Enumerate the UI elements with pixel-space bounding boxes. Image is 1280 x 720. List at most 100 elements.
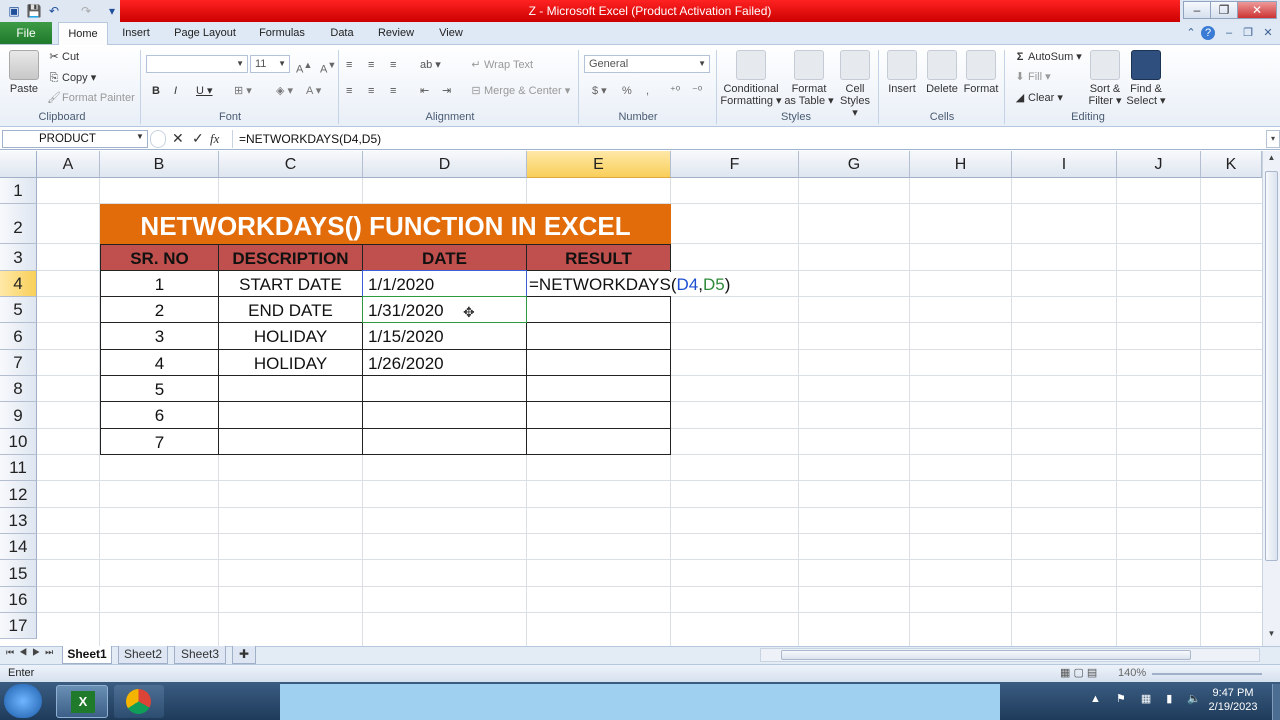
vertical-scrollbar[interactable]: ▲ ▼ <box>1262 151 1280 646</box>
fill-color-icon[interactable]: ◈ ▾ <box>276 82 293 100</box>
column-header-j[interactable]: J <box>1117 151 1201 178</box>
align-top-icon[interactable]: ≡ <box>346 56 352 74</box>
header-sr-no[interactable]: SR. NO <box>100 244 219 271</box>
cell-styles-button[interactable]: Cell Styles ▾ <box>836 50 874 119</box>
row-header-8[interactable]: 8 <box>0 376 37 402</box>
date-cell[interactable] <box>362 401 527 429</box>
sheet-nav-arrows-icon[interactable]: ⏮◀▶⏭ <box>6 647 58 658</box>
row-header-14[interactable]: 14 <box>0 534 37 560</box>
number-format-combo[interactable]: General ▼ <box>584 55 710 73</box>
zoom-slider[interactable] <box>1152 673 1262 675</box>
minimize-button[interactable]: – <box>1183 1 1211 19</box>
column-header-k[interactable]: K <box>1201 151 1262 178</box>
sr-no-cell[interactable]: 3 <box>100 322 219 350</box>
zoom-level[interactable]: 140% <box>1118 665 1146 682</box>
align-center-icon[interactable]: ≡ <box>368 82 374 100</box>
check-icon[interactable]: ✓ <box>192 130 204 147</box>
result-cell[interactable] <box>526 401 671 429</box>
sr-no-cell[interactable]: 7 <box>100 428 219 455</box>
tab-view[interactable]: View <box>430 22 472 45</box>
tab-review[interactable]: Review <box>372 22 420 45</box>
insert-cells-button[interactable]: Insert <box>882 50 922 95</box>
formula-input[interactable]: =NETWORKDAYS(D4,D5) <box>232 130 1262 148</box>
tab-file[interactable]: File <box>0 22 52 44</box>
show-desktop-button[interactable] <box>1272 684 1280 720</box>
taskbar-excel-button[interactable]: X <box>56 685 108 718</box>
decrease-indent-icon[interactable]: ⇤ <box>420 82 429 100</box>
tab-formulas[interactable]: Formulas <box>252 22 312 45</box>
sort-filter-button[interactable]: Sort & Filter ▾ <box>1086 50 1124 107</box>
row-header-9[interactable]: 9 <box>0 402 37 429</box>
minimize-ribbon-icon[interactable]: ⌃ <box>1184 26 1198 40</box>
paste-button[interactable]: Paste <box>6 50 42 95</box>
increase-decimal-icon[interactable]: ⁺⁰ <box>670 82 680 100</box>
redo-icon[interactable]: ↷ <box>78 3 94 19</box>
tab-data[interactable]: Data <box>322 22 362 45</box>
row-header-17[interactable]: 17 <box>0 613 37 639</box>
column-header-h[interactable]: H <box>910 151 1012 178</box>
column-header-e[interactable]: E <box>527 151 671 178</box>
sr-no-cell[interactable]: 6 <box>100 401 219 429</box>
italic-button[interactable]: I <box>174 82 177 100</box>
result-cell[interactable] <box>526 322 671 350</box>
date-cell[interactable] <box>362 375 527 402</box>
row-header-5[interactable]: 5 <box>0 297 37 323</box>
merge-center-button[interactable]: ⊟ Merge & Center ▾ <box>468 82 570 100</box>
view-buttons-icon[interactable]: ▦ ▢ ▤ <box>1060 665 1097 682</box>
grow-font-button[interactable]: A▲ <box>296 56 312 76</box>
orientation-icon[interactable]: ab ▾ <box>420 56 441 74</box>
row-header-13[interactable]: 13 <box>0 508 37 534</box>
doc-close-icon[interactable]: ✕ <box>1261 26 1275 40</box>
cancel-icon[interactable]: ✕ <box>172 130 184 147</box>
column-header-d[interactable]: D <box>363 151 527 178</box>
close-button[interactable]: ✕ <box>1237 1 1277 19</box>
worksheet-grid[interactable]: A B C D E F G H I J K 1 2 3 4 5 6 7 8 9 … <box>0 151 1262 646</box>
clear-button[interactable]: ◢ Clear ▾ <box>1012 89 1063 107</box>
h-scroll-thumb[interactable] <box>781 650 1191 660</box>
sheet-tab-1[interactable]: Sheet1 <box>62 646 112 664</box>
expand-formula-bar-icon[interactable]: ▾ <box>1266 130 1280 148</box>
row-header-4[interactable]: 4 <box>0 271 37 297</box>
row-header-16[interactable]: 16 <box>0 587 37 613</box>
customize-qat-icon[interactable]: ▾ <box>104 3 120 19</box>
row-header-3[interactable]: 3 <box>0 244 37 271</box>
select-all-corner[interactable] <box>0 151 37 178</box>
doc-minimize-icon[interactable]: – <box>1222 26 1236 40</box>
underline-button[interactable]: U ▾ <box>196 82 213 100</box>
start-button-icon[interactable] <box>4 684 42 718</box>
date-cell[interactable]: 1/26/2020 <box>362 349 527 376</box>
insert-sheet-icon[interactable]: ✚ <box>232 646 256 664</box>
row-header-15[interactable]: 15 <box>0 560 37 587</box>
excel-app-icon[interactable]: ▣ <box>6 3 22 19</box>
font-size-combo[interactable]: 11 ▼ <box>250 55 290 73</box>
column-header-f[interactable]: F <box>671 151 799 178</box>
date-cell[interactable]: 1/15/2020 <box>362 322 527 350</box>
scroll-up-icon[interactable]: ▲ <box>1265 153 1278 167</box>
description-cell[interactable]: HOLIDAY <box>218 322 363 350</box>
currency-icon[interactable]: $ ▾ <box>592 82 607 100</box>
bold-button[interactable]: B <box>152 82 160 100</box>
column-header-a[interactable]: A <box>37 151 100 178</box>
column-header-g[interactable]: G <box>799 151 910 178</box>
find-select-button[interactable]: Find & Select ▾ <box>1126 50 1166 107</box>
save-icon[interactable]: 💾 <box>26 3 42 19</box>
scroll-thumb[interactable] <box>1265 171 1278 561</box>
row-header-1[interactable]: 1 <box>0 178 37 204</box>
shrink-font-button[interactable]: A▼ <box>320 56 336 76</box>
result-cell[interactable] <box>526 428 671 455</box>
description-cell[interactable] <box>218 428 363 455</box>
format-as-table-button[interactable]: Format as Table ▾ <box>784 50 834 107</box>
wrap-text-button[interactable]: ↵ Wrap Text <box>468 56 533 74</box>
tab-insert[interactable]: Insert <box>114 22 158 45</box>
doc-restore-icon[interactable]: ❐ <box>1241 26 1255 40</box>
align-left-icon[interactable]: ≡ <box>346 82 352 100</box>
decrease-decimal-icon[interactable]: ⁻⁰ <box>692 82 702 100</box>
cell-edit-formula[interactable]: =NETWORKDAYS(D4,D5) <box>529 272 731 296</box>
header-result[interactable]: RESULT <box>526 244 671 271</box>
insert-function-icon[interactable]: fx <box>210 131 219 147</box>
tab-page-layout[interactable]: Page Layout <box>168 22 242 45</box>
date-cell[interactable] <box>362 428 527 455</box>
result-cell[interactable] <box>526 349 671 376</box>
cut-button[interactable]: ✂ Cut <box>46 48 79 66</box>
sr-no-cell[interactable]: 5 <box>100 375 219 402</box>
